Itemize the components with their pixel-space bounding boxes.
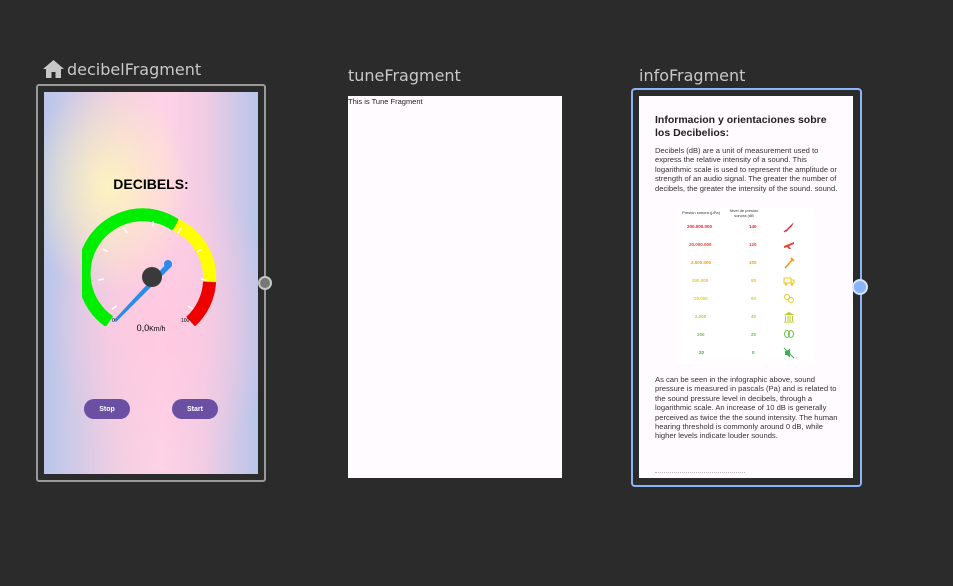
decibel-fragment-title: decibelFragment: [67, 60, 202, 79]
level-value: 80: [751, 278, 757, 283]
pressure-value: 200: [697, 332, 705, 337]
decibel-screen[interactable]: DECIBELS: 0 100 0,0Km/h Stop Start: [44, 92, 258, 474]
reading-unit: Km/h: [149, 326, 166, 333]
home-icon: [43, 60, 64, 83]
mute-icon: [783, 347, 795, 360]
info-paragraph-2: As can be seen in the infographic above,…: [655, 375, 838, 441]
infographic-row: 20.000.000 120: [677, 238, 815, 252]
pressure-value: 200.000: [692, 278, 709, 283]
pressure-value: 2.000: [695, 314, 707, 319]
info-paragraph-1: Decibels (dB) are a unit of measurement …: [655, 146, 838, 193]
infographic-row: 200 20: [677, 328, 815, 342]
infographic-row: 2.000.000 100: [677, 256, 815, 270]
pressure-value: 20.000: [694, 296, 708, 301]
start-button[interactable]: Start: [172, 399, 218, 419]
tune-body-text: This is Tune Fragment: [348, 97, 423, 106]
info-heading: Informacion y orientaciones sobre los De…: [655, 114, 827, 139]
info-footer-line: [655, 472, 745, 476]
infographic-row: 20 0: [677, 346, 815, 360]
airplane-icon: [783, 239, 795, 252]
level-value: 100: [749, 260, 757, 265]
pressure-value: 200.000.000: [687, 224, 713, 229]
level-value: 20: [751, 332, 757, 337]
leaves-icon: [783, 329, 795, 342]
gauge-yellow-arc: [172, 219, 217, 283]
gauge-hub: [142, 267, 162, 287]
reading-number: 0,0: [136, 323, 150, 333]
infographic-row: 200.000.000 140: [677, 220, 815, 234]
pressure-value: 2.000.000: [691, 260, 712, 265]
decibel-connection-handle[interactable]: [258, 276, 272, 290]
gauge-red-arc: [186, 281, 217, 326]
sound-pressure-infographic: Presión sonora (µPa) Nivel de presión so…: [677, 206, 815, 364]
level-value: 40: [751, 314, 757, 319]
info-screen[interactable]: Informacion y orientaciones sobre los De…: [639, 96, 853, 478]
level-value: 60: [751, 296, 757, 301]
rocket-icon: [783, 221, 795, 234]
infographic-row: 2.000 40: [677, 310, 815, 324]
infographic-row: 200.000 80: [677, 274, 815, 288]
jackhammer-icon: [783, 257, 795, 270]
info-fragment-title: infoFragment: [639, 66, 746, 85]
pressure-value: 20: [699, 350, 705, 355]
level-value: 140: [749, 224, 757, 229]
gauge-needle: [114, 262, 172, 322]
infographic-col1-header: Presión sonora (µPa): [682, 210, 720, 215]
conversation-icon: [783, 293, 795, 306]
reading-value: 0,0Km/h: [44, 323, 258, 333]
info-connection-handle[interactable]: [852, 279, 868, 295]
pressure-value: 20.000.000: [689, 242, 712, 247]
library-icon: [783, 311, 795, 324]
stop-button[interactable]: Stop: [84, 399, 130, 419]
tune-screen[interactable]: This is Tune Fragment: [348, 96, 562, 478]
decibels-heading: DECIBELS:: [113, 176, 189, 192]
infographic-col2-header: Nivel de presión sonora (dB: [729, 208, 759, 218]
level-value: 120: [749, 242, 757, 247]
truck-icon: [783, 275, 795, 288]
tune-fragment-title: tuneFragment: [348, 66, 461, 85]
level-value: 0: [752, 350, 755, 355]
infographic-row: 20.000 60: [677, 292, 815, 306]
decibel-gauge: [82, 208, 217, 326]
